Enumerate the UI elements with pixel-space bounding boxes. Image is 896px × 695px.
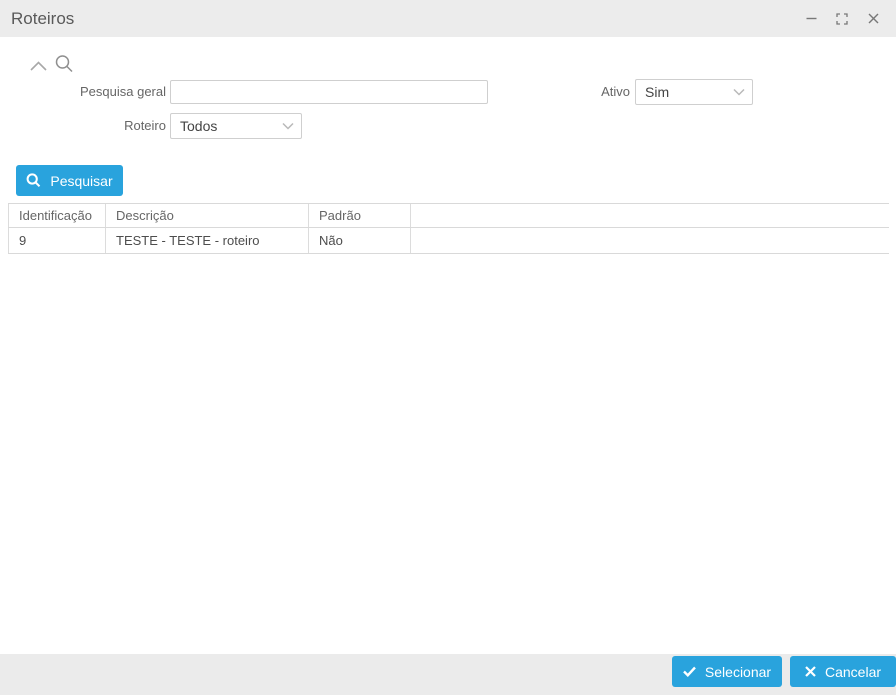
column-header-padrao[interactable]: Padrão — [308, 204, 410, 227]
chevron-down-icon — [733, 88, 745, 96]
filter-panel-icons — [30, 54, 74, 74]
maximize-icon — [836, 12, 848, 25]
window-controls — [800, 8, 884, 30]
collapse-filters-button[interactable] — [30, 61, 47, 74]
selecionar-button[interactable]: Selecionar — [672, 656, 782, 687]
column-header-identificacao[interactable]: Identificação — [8, 204, 105, 227]
general-search-input[interactable] — [170, 80, 488, 104]
roteiro-select-value: Todos — [180, 118, 218, 134]
titlebar: Roteiros — [0, 0, 896, 37]
roteiro-label: Roteiro — [124, 118, 166, 133]
cancelar-button-label: Cancelar — [824, 663, 882, 680]
search-icon — [26, 173, 41, 188]
minimize-icon — [806, 17, 816, 20]
search-icon — [55, 55, 73, 73]
pesquisar-button-label: Pesquisar — [50, 172, 113, 189]
ativo-select[interactable]: Sim — [635, 79, 753, 105]
close-icon — [868, 13, 878, 24]
roteiro-select[interactable]: Todos — [170, 113, 302, 139]
column-header-empty — [410, 204, 889, 227]
pesquisar-button[interactable]: Pesquisar — [16, 165, 123, 196]
general-search-label: Pesquisa geral — [80, 84, 166, 99]
chevron-down-icon — [282, 122, 294, 130]
minimize-button[interactable] — [800, 8, 822, 30]
column-header-descricao[interactable]: Descrição — [105, 204, 308, 227]
chevron-up-icon — [30, 61, 47, 71]
filter-search-button[interactable] — [54, 54, 74, 74]
results-table: Identificação Descrição Padrão 9 TESTE -… — [8, 203, 889, 254]
check-icon — [683, 666, 696, 677]
close-button[interactable] — [862, 8, 884, 30]
roteiros-dialog: Roteiros Pesquisa geral Ativo Sim Roteir… — [0, 0, 896, 695]
cancelar-button[interactable]: Cancelar — [790, 656, 896, 687]
table-row[interactable]: 9 TESTE - TESTE - roteiro Não — [8, 228, 889, 254]
selecionar-button-label: Selecionar — [704, 663, 772, 680]
table-header-row: Identificação Descrição Padrão — [8, 203, 889, 228]
ativo-select-value: Sim — [645, 84, 670, 100]
ativo-label: Ativo — [601, 84, 630, 99]
window-title: Roteiros — [11, 8, 75, 28]
cell-padrao[interactable]: Não — [308, 228, 410, 253]
cell-descricao[interactable]: TESTE - TESTE - roteiro — [105, 228, 308, 253]
cell-empty — [410, 228, 889, 253]
maximize-button[interactable] — [831, 8, 853, 30]
cell-identificacao[interactable]: 9 — [8, 228, 105, 253]
x-icon — [805, 666, 816, 677]
